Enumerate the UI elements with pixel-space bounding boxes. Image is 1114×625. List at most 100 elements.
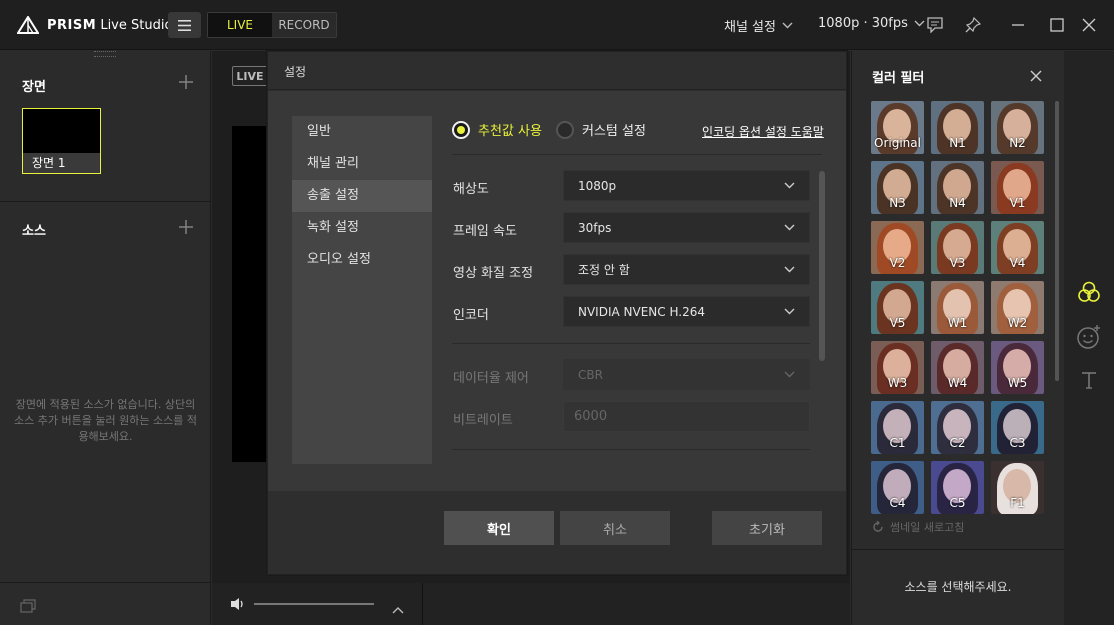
divider [452,343,810,344]
filter-thumbnail-w1[interactable]: W1 [931,281,984,334]
app-name-rest: Live Studio [100,17,173,33]
filter-label: V3 [949,256,966,270]
filter-thumbnail-n1[interactable]: N1 [931,101,984,154]
resolution-label: 해상도 [453,182,489,197]
reset-button[interactable]: 초기화 [712,511,822,545]
text-tool-button[interactable] [1080,371,1098,393]
filter-thumbnail-c3[interactable]: C3 [991,401,1044,454]
filter-label: V2 [889,256,906,270]
title-bar: PRISM Live Studio LIVE RECORD 채널 설정 1080… [0,0,1114,50]
filter-thumbnail-w2[interactable]: W2 [991,281,1044,334]
nav-item-channel-management[interactable]: 채널 관리 [292,148,432,180]
filter-thumbnail-n2[interactable]: N2 [991,101,1044,154]
confirm-button[interactable]: 확인 [444,511,554,545]
filter-label: W1 [947,316,968,330]
refresh-thumbnails-button[interactable]: 썸네일 새로고침 [872,519,964,535]
emoji-add-icon [1077,325,1100,349]
filter-label: N2 [1009,136,1026,150]
filter-label: N1 [949,136,966,150]
maximize-button[interactable] [1046,14,1068,36]
nav-item-audio-settings[interactable]: 오디오 설정 [292,244,432,276]
output-preset-label: 1080p · 30fps [818,16,908,31]
chat-button[interactable] [924,14,946,36]
chevron-down-icon [782,22,793,29]
filter-thumbnail-c5[interactable]: C5 [931,461,984,514]
filter-label: V1 [1009,196,1026,210]
filter-thumbnail-v1[interactable]: V1 [991,161,1044,214]
live-mode-tab[interactable]: LIVE [208,13,272,37]
pin-button[interactable] [962,14,984,36]
filter-label: C2 [949,436,966,450]
pin-icon [965,17,981,33]
encoder-select[interactable]: NVIDIA NVENC H.264 [563,296,810,327]
filter-label: Original [874,136,921,150]
output-preset-dropdown[interactable]: 1080p · 30fps [818,16,925,31]
minimize-button[interactable] [1007,14,1029,36]
filter-label: V4 [1009,256,1026,270]
filter-label: N4 [949,196,966,210]
filter-thumbnail-n4[interactable]: N4 [931,161,984,214]
resolution-select[interactable]: 1080p [563,170,810,201]
nav-item-record-settings[interactable]: 녹화 설정 [292,212,432,244]
filter-thumbnail-w5[interactable]: W5 [991,341,1044,394]
plus-icon [179,75,193,89]
record-mode-tab[interactable]: RECORD [272,13,336,37]
select-source-message: 소스를 선택해주세요. [904,580,1012,594]
filter-thumbnail-v4[interactable]: V4 [991,221,1044,274]
filter-scrollbar[interactable] [1055,101,1059,381]
source-section-title: 소스 [22,224,46,239]
filter-thumbnail-c4[interactable]: C4 [871,461,924,514]
color-filter-tool-button[interactable] [1077,281,1101,307]
bitrate-value: 6000 [574,409,608,424]
channel-settings-dropdown[interactable]: 채널 설정 [724,16,793,35]
encoding-help-link[interactable]: 인코딩 옵션 설정 도움말 [702,123,824,140]
settings-scrollbar[interactable] [819,171,825,361]
color-filter-panel: 컬러 필터 썸네일 새로고침 소스를 선택해주세요. Original N1 N2 N… [851,51,1064,625]
cancel-button[interactable]: 취소 [560,511,670,545]
chevron-down-icon [784,308,795,315]
encoder-label: 인코더 [453,308,489,323]
bitrate-input[interactable]: 6000 [563,401,810,432]
section-divider [0,582,211,583]
filter-thumbnail-v3[interactable]: V3 [931,221,984,274]
preview-canvas[interactable] [232,126,268,462]
filter-thumbnail-c1[interactable]: C1 [871,401,924,454]
filter-thumbnail-w4[interactable]: W4 [931,341,984,394]
filter-thumbnail-original[interactable]: Original [871,101,924,154]
menu-button[interactable] [168,12,201,38]
nav-item-stream-settings[interactable]: 송출 설정 [292,180,432,212]
add-source-button[interactable] [178,219,194,239]
filter-thumbnail-c2[interactable]: C2 [931,401,984,454]
radio-recommended-label: 추천값 사용 [478,124,542,139]
popout-button[interactable] [20,598,36,617]
fps-value: 30fps [578,220,612,235]
sticker-tool-button[interactable] [1076,324,1102,354]
close-panel-button[interactable] [1030,67,1046,83]
filter-thumbnail-v5[interactable]: V5 [871,281,924,334]
radio-recommended[interactable]: 추천값 사용 [452,120,542,139]
filter-thumbnail-v2[interactable]: V2 [871,221,924,274]
scene-thumbnail[interactable]: 장면 1 [22,108,101,174]
filter-thumbnail-f1[interactable]: F1 [991,461,1044,514]
section-divider [0,201,211,202]
rate-control-select[interactable]: CBR [563,359,810,390]
fps-select[interactable]: 30fps [563,212,810,243]
radio-unselected-icon [556,120,574,139]
close-window-button[interactable] [1078,14,1100,36]
volume-button[interactable] [230,596,246,615]
plus-icon [179,220,193,234]
filter-thumbnail-n3[interactable]: N3 [871,161,924,214]
quality-select[interactable]: 조정 안 함 [563,254,810,285]
panel-drag-handle[interactable] [94,51,116,57]
expand-mixer-button[interactable] [392,599,404,618]
volume-slider[interactable] [254,603,374,605]
scene-section-title: 장면 [22,80,46,95]
radio-custom[interactable]: 커스텀 설정 [556,120,646,139]
dialog-footer: 확인 취소 초기화 [268,492,846,574]
nav-item-general[interactable]: 일반 [292,116,432,148]
add-scene-button[interactable] [178,74,194,94]
filter-thumbnail-w3[interactable]: W3 [871,341,924,394]
settings-dialog: 설정 일반 채널 관리 송출 설정 녹화 설정 오디오 설정 추천값 사용 커스… [267,51,847,575]
dialog-body: 일반 채널 관리 송출 설정 녹화 설정 오디오 설정 추천값 사용 커스텀 설… [268,91,846,491]
chevron-down-icon [784,266,795,273]
